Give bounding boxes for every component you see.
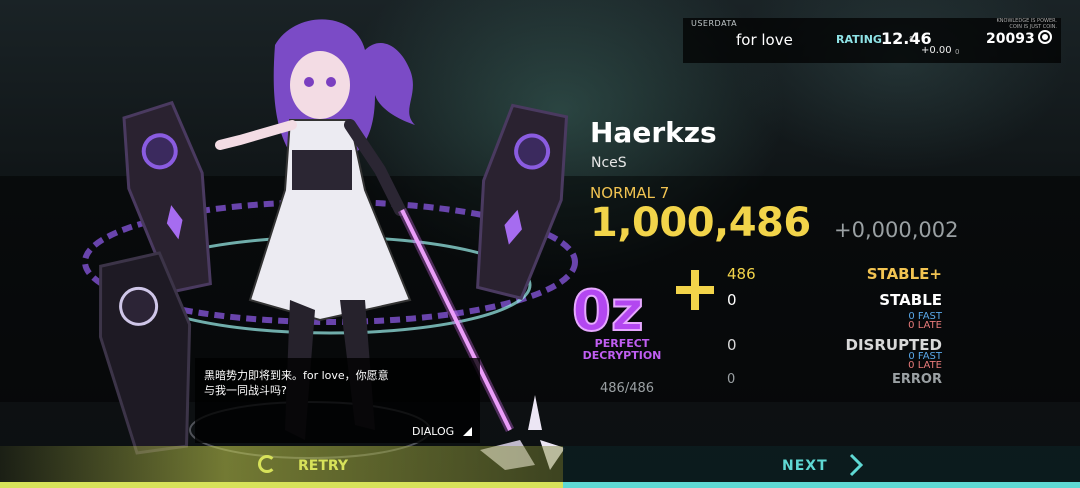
next-label[interactable]: NEXT: [782, 458, 828, 474]
song-artist: NceS: [591, 155, 627, 171]
chevron-right-icon: [849, 453, 864, 477]
rank-0z-icon: 0z: [572, 282, 645, 336]
score-value: 1,000,486: [590, 200, 811, 246]
dialog-box[interactable]: 黑暗势力即将到来。for love，你愿意与我一同战斗吗? DIALOG: [195, 358, 480, 443]
motto: KNOWLEDGE IS POWER. COIN IS JUST COIN.: [977, 18, 1058, 30]
rating-delta: +0.00: [921, 45, 952, 56]
error-count: 0: [727, 372, 736, 387]
coin-icon: [1038, 30, 1052, 44]
character-face: [290, 51, 350, 119]
disrupted-count: 0: [727, 336, 737, 354]
rank-label-line: DECRYPTION: [582, 349, 662, 362]
dialog-text: 黑暗势力即将到来。for love，你愿意与我一同战斗吗?: [204, 369, 389, 397]
corner-arrow-icon: [463, 427, 472, 436]
stable-count: 0: [727, 291, 737, 309]
userdata-label: USERDATA: [691, 19, 738, 28]
score-difference: +0,000,002: [834, 218, 959, 242]
rank-label: PERFECT DECRYPTION: [578, 338, 666, 362]
disrupted-late: 0 LATE: [908, 360, 942, 371]
error-label: ERROR: [892, 372, 942, 387]
stable-plus-label: STABLE+: [866, 265, 942, 283]
rating-subdigit: 8: [909, 35, 915, 44]
rank-glyph: 0z: [572, 282, 644, 336]
pillar-right: [476, 103, 569, 300]
retry-accent-line: [0, 482, 563, 488]
userdata-panel: USERDATA for love RATING 12.46 8 +0.00 0…: [683, 18, 1061, 63]
player-name: for love: [736, 31, 793, 49]
rating-label: RATING: [836, 33, 882, 46]
character-arm-left: [215, 120, 297, 150]
coin-count: 20093: [986, 31, 1035, 47]
stable-late: 0 LATE: [908, 320, 942, 331]
plus-icon: [676, 270, 714, 310]
stable-plus-count: 486: [727, 265, 756, 283]
crystal-shard: [528, 395, 542, 430]
stable-label: STABLE: [879, 291, 942, 309]
retry-icon: [258, 455, 276, 473]
note-total: 486/486: [600, 381, 655, 396]
retry-label[interactable]: RETRY: [298, 458, 348, 474]
dialog-button-label[interactable]: DIALOG: [412, 425, 454, 438]
next-accent-line: [563, 482, 1080, 488]
rating-delta-subdigit: 0: [955, 48, 960, 56]
song-title: Haerkzs: [590, 116, 717, 149]
